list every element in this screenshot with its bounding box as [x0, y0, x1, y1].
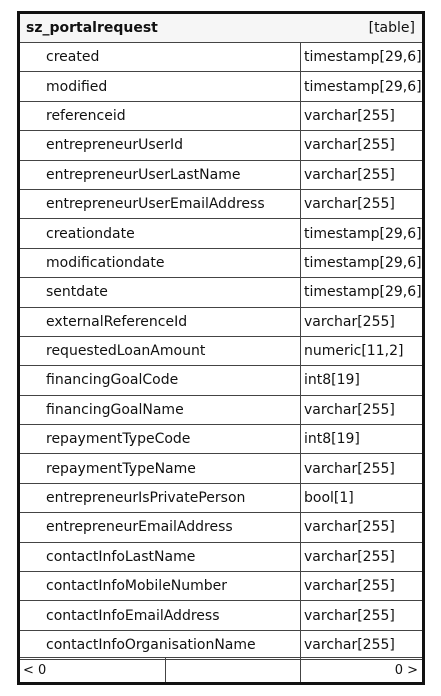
- column-type: timestamp[29,6]: [304, 284, 422, 301]
- column-type: varchar[255]: [304, 313, 395, 330]
- column-name: contactInfoEmailAddress: [20, 601, 301, 630]
- column-type: varchar[255]: [304, 166, 395, 183]
- table-header: sz_portalrequest [table]: [20, 14, 422, 43]
- table-row[interactable]: contactInfoLastName varchar[255]: [20, 542, 422, 573]
- column-name: entrepreneurUserLastName: [20, 160, 301, 189]
- table-row[interactable]: created timestamp[29,6]: [20, 43, 422, 73]
- column-name: contactInfoOrganisationName: [20, 630, 301, 660]
- column-name: creationdate: [20, 219, 301, 248]
- table-name: sz_portalrequest: [26, 20, 158, 36]
- table-row[interactable]: sentdate timestamp[29,6]: [20, 278, 422, 308]
- column-name: created: [20, 43, 301, 72]
- column-type: varchar[255]: [304, 578, 395, 595]
- table-row[interactable]: repaymentTypeCode int8[19]: [20, 425, 422, 455]
- scroll-right-indicator[interactable]: 0 >: [301, 658, 422, 682]
- table-row[interactable]: entrepreneurUserLastName varchar[255]: [20, 160, 422, 190]
- column-type: timestamp[29,6]: [304, 49, 422, 66]
- column-type: varchar[255]: [304, 401, 395, 418]
- column-name: modified: [20, 72, 301, 101]
- column-type: timestamp[29,6]: [304, 254, 422, 271]
- column-name: entrepreneurIsPrivatePerson: [20, 483, 301, 513]
- column-name: contactInfoLastName: [20, 542, 301, 572]
- column-type: varchar[255]: [304, 107, 395, 124]
- column-list: created timestamp[29,6] modified timestamp[…: [20, 43, 422, 661]
- table-row[interactable]: creationdate timestamp[29,6]: [20, 219, 422, 249]
- table-row[interactable]: entrepreneurUserId varchar[255]: [20, 131, 422, 161]
- table-row[interactable]: repaymentTypeName varchar[255]: [20, 454, 422, 484]
- column-name: financingGoalCode: [20, 366, 301, 395]
- column-name: sentdate: [20, 278, 301, 307]
- column-type: timestamp[29,6]: [304, 78, 422, 95]
- table-row[interactable]: contactInfoMobileNumber varchar[255]: [20, 572, 422, 602]
- column-type: varchar[255]: [304, 548, 395, 565]
- column-type: varchar[255]: [304, 460, 395, 477]
- column-name: requestedLoanAmount: [20, 336, 301, 366]
- table-row[interactable]: contactInfoEmailAddress varchar[255]: [20, 601, 422, 631]
- column-type: int8[19]: [304, 372, 360, 389]
- column-name: entrepreneurEmailAddress: [20, 513, 301, 542]
- footer-spacer: [166, 658, 301, 682]
- table-row[interactable]: modified timestamp[29,6]: [20, 72, 422, 102]
- table-row[interactable]: modificationdate timestamp[29,6]: [20, 248, 422, 279]
- column-name: modificationdate: [20, 248, 301, 278]
- column-name: repaymentTypeName: [20, 454, 301, 483]
- column-type: numeric[11,2]: [304, 343, 404, 360]
- table-row[interactable]: financingGoalName varchar[255]: [20, 395, 422, 426]
- column-type: varchar[255]: [304, 607, 395, 624]
- column-type: varchar[255]: [304, 519, 395, 536]
- table-row[interactable]: externalReferenceId varchar[255]: [20, 307, 422, 337]
- column-name: contactInfoMobileNumber: [20, 572, 301, 601]
- table-row[interactable]: requestedLoanAmount numeric[11,2]: [20, 336, 422, 367]
- column-type: bool[1]: [304, 490, 354, 507]
- column-name: entrepreneurUserId: [20, 131, 301, 160]
- table-entity-box: sz_portalrequest [table] created timestam…: [17, 11, 425, 685]
- table-row[interactable]: contactInfoOrganisationName varchar[255]: [20, 630, 422, 661]
- table-row[interactable]: financingGoalCode int8[19]: [20, 366, 422, 396]
- column-name: externalReferenceId: [20, 307, 301, 336]
- table-row[interactable]: entrepreneurEmailAddress varchar[255]: [20, 513, 422, 543]
- table-row[interactable]: referenceid varchar[255]: [20, 101, 422, 132]
- table-row[interactable]: entrepreneurUserEmailAddress varchar[255]: [20, 189, 422, 220]
- column-name: repaymentTypeCode: [20, 425, 301, 454]
- column-name: referenceid: [20, 101, 301, 131]
- scroll-left-indicator[interactable]: < 0: [20, 658, 166, 682]
- column-type: varchar[255]: [304, 196, 395, 213]
- table-kind-label: [table]: [368, 20, 415, 36]
- column-type: varchar[255]: [304, 137, 395, 154]
- column-type: int8[19]: [304, 431, 360, 448]
- column-name: financingGoalName: [20, 395, 301, 425]
- column-type: varchar[255]: [304, 637, 395, 653]
- table-row[interactable]: entrepreneurIsPrivatePerson bool[1]: [20, 483, 422, 514]
- column-type: timestamp[29,6]: [304, 225, 422, 242]
- column-name: entrepreneurUserEmailAddress: [20, 189, 301, 219]
- table-footer: < 0 0 >: [20, 657, 422, 682]
